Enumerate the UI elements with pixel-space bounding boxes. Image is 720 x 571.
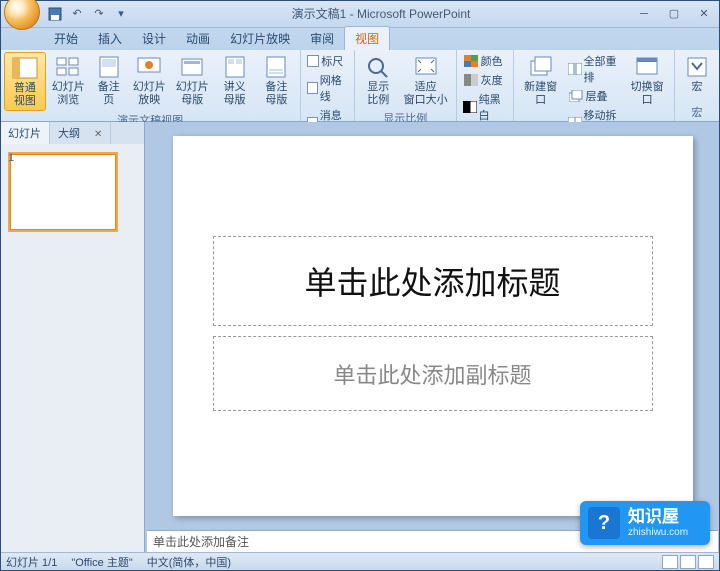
sorter-icon: [54, 54, 82, 80]
undo-icon[interactable]: ↶: [68, 5, 86, 23]
tab-home[interactable]: 开始: [44, 27, 88, 50]
slide-count: 幻灯片 1/1: [6, 554, 57, 570]
ribbon: 普通视图 幻灯片 浏览 备注页 幻灯片 放映 幻灯片 母版 讲义母版 备注母版 …: [0, 50, 720, 122]
sorter-view-icon[interactable]: [680, 555, 696, 569]
ribbon-tabs: 开始 插入 设计 动画 幻灯片放映 审阅 视图: [0, 28, 720, 50]
slides-tab[interactable]: 幻灯片: [0, 122, 50, 144]
subtitle-placeholder[interactable]: 单击此处添加副标题: [213, 336, 653, 411]
macros-icon: [683, 54, 711, 80]
slide: 单击此处添加标题 单击此处添加副标题: [173, 136, 693, 516]
language: 中文(简体，中国): [147, 554, 231, 570]
checkbox-icon: [307, 82, 318, 94]
tab-slideshow[interactable]: 幻灯片放映: [220, 27, 300, 50]
fit-window-button[interactable]: 适应 窗口大小: [400, 52, 452, 109]
arrange-icon: [568, 62, 582, 76]
slide-sorter-button[interactable]: 幻灯片 浏览: [48, 52, 89, 109]
watermark-badge: ? 知识屋 zhishiwu.com: [580, 501, 710, 545]
window-title: 演示文稿1 - Microsoft PowerPoint: [130, 5, 632, 22]
handout-master-icon: [221, 54, 249, 80]
slide-canvas[interactable]: 单击此处添加标题 单击此处添加副标题: [145, 122, 720, 530]
tab-view[interactable]: 视图: [344, 26, 390, 50]
notes-master-icon: [262, 54, 290, 80]
group-label-macros: 宏: [679, 103, 715, 121]
slide-master-icon: [178, 54, 206, 80]
slideshow-button[interactable]: 幻灯片 放映: [129, 52, 170, 109]
cascade-icon: [568, 89, 584, 103]
close-button[interactable]: ✕: [692, 6, 716, 22]
theme-name: "Office 主题": [71, 554, 132, 570]
normal-view-button[interactable]: 普通视图: [4, 52, 46, 111]
grayscale-icon: [463, 73, 479, 87]
switch-window-button[interactable]: 切换窗口: [624, 52, 670, 109]
tab-design[interactable]: 设计: [132, 27, 176, 50]
slide-thumbnail[interactable]: [8, 152, 118, 232]
redo-icon[interactable]: ↷: [90, 5, 108, 23]
handout-master-button[interactable]: 讲义母版: [215, 52, 255, 109]
office-button[interactable]: [4, 0, 40, 30]
close-pane-icon[interactable]: ✕: [94, 129, 102, 140]
gridlines-checkbox[interactable]: 网格线: [305, 71, 350, 105]
question-icon: ?: [588, 507, 620, 539]
qat-dropdown-icon[interactable]: ▾: [112, 5, 130, 23]
ruler-checkbox[interactable]: 标尺: [305, 52, 350, 70]
slide-master-button[interactable]: 幻灯片 母版: [172, 52, 213, 109]
tab-review[interactable]: 审阅: [300, 27, 344, 50]
maximize-button[interactable]: ▢: [662, 6, 686, 22]
zoom-button[interactable]: 显示比例: [359, 52, 398, 109]
fit-window-icon: [412, 54, 440, 80]
arrange-all-button[interactable]: 全部重排: [566, 52, 623, 86]
save-icon[interactable]: [46, 5, 64, 23]
new-window-icon: [527, 54, 555, 80]
slideshow-view-icon[interactable]: [698, 555, 714, 569]
color-icon: [463, 54, 479, 68]
macros-button[interactable]: 宏: [679, 52, 715, 96]
bw-icon: [463, 100, 477, 114]
normal-view-icon[interactable]: [662, 555, 678, 569]
minimize-button[interactable]: ─: [632, 6, 656, 22]
slide-number: 1: [8, 152, 14, 164]
grayscale-button[interactable]: 灰度: [461, 71, 509, 89]
notes-master-button[interactable]: 备注母版: [257, 52, 297, 109]
cascade-button[interactable]: 层叠: [566, 87, 623, 105]
notes-page-icon: [95, 54, 123, 80]
slideshow-icon: [135, 54, 163, 80]
outline-tab[interactable]: 大纲✕: [50, 122, 111, 144]
title-placeholder[interactable]: 单击此处添加标题: [213, 236, 653, 326]
tab-animations[interactable]: 动画: [176, 27, 220, 50]
slide-panel: 幻灯片 大纲✕ 1: [0, 122, 145, 552]
new-window-button[interactable]: 新建窗口: [518, 52, 564, 109]
badge-url: zhishiwu.com: [628, 527, 688, 538]
checkbox-icon: [307, 55, 319, 67]
zoom-icon: [364, 54, 392, 80]
notes-page-button[interactable]: 备注页: [91, 52, 127, 109]
switch-window-icon: [633, 54, 661, 80]
status-bar: 幻灯片 1/1 "Office 主题" 中文(简体，中国): [0, 552, 720, 571]
color-button[interactable]: 颜色: [461, 52, 509, 70]
blackwhite-button[interactable]: 纯黑白: [461, 90, 509, 124]
badge-title: 知识屋: [628, 508, 688, 527]
normal-view-icon: [11, 55, 39, 81]
tab-insert[interactable]: 插入: [88, 27, 132, 50]
